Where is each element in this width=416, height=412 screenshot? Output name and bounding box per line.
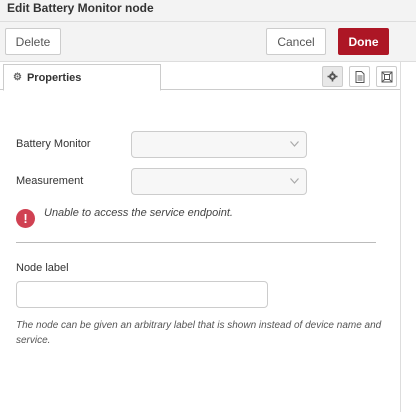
- gear-icon: ⚙: [13, 72, 22, 83]
- dialog-title-bar: Edit Battery Monitor node: [0, 0, 416, 22]
- measurement-label: Measurement: [16, 175, 84, 187]
- document-icon: [355, 70, 364, 83]
- node-label-help-text: The node can be given an arbitrary label…: [16, 320, 382, 346]
- cancel-button[interactable]: Cancel: [266, 28, 326, 55]
- node-label-input[interactable]: [16, 281, 268, 308]
- error-message: Unable to access the service endpoint.: [44, 207, 233, 219]
- tab-properties-label: Properties: [26, 71, 82, 84]
- error-icon: !: [16, 209, 35, 228]
- chevron-down-icon: [290, 141, 299, 147]
- divider: [16, 242, 376, 243]
- tab-strip: ⚙ Properties: [0, 62, 400, 91]
- battery-monitor-select[interactable]: [131, 131, 307, 158]
- chevron-down-icon: [290, 178, 299, 184]
- dialog-title: Edit Battery Monitor node: [7, 1, 154, 15]
- description-tab-button[interactable]: [349, 66, 370, 87]
- properties-tab-gear-button[interactable]: [322, 66, 343, 87]
- gear-icon: [327, 71, 338, 82]
- measurement-select[interactable]: [131, 168, 307, 195]
- panel-edge: [400, 62, 401, 412]
- node-label-label: Node label: [16, 262, 69, 274]
- appearance-tab-button[interactable]: [376, 66, 397, 87]
- tab-properties[interactable]: ⚙ Properties: [3, 64, 161, 91]
- battery-monitor-label: Battery Monitor: [16, 138, 91, 150]
- frame-icon: [381, 71, 392, 82]
- delete-button[interactable]: Delete: [5, 28, 61, 55]
- done-button[interactable]: Done: [338, 28, 389, 55]
- dialog-button-bar: Delete Cancel Done: [0, 22, 416, 62]
